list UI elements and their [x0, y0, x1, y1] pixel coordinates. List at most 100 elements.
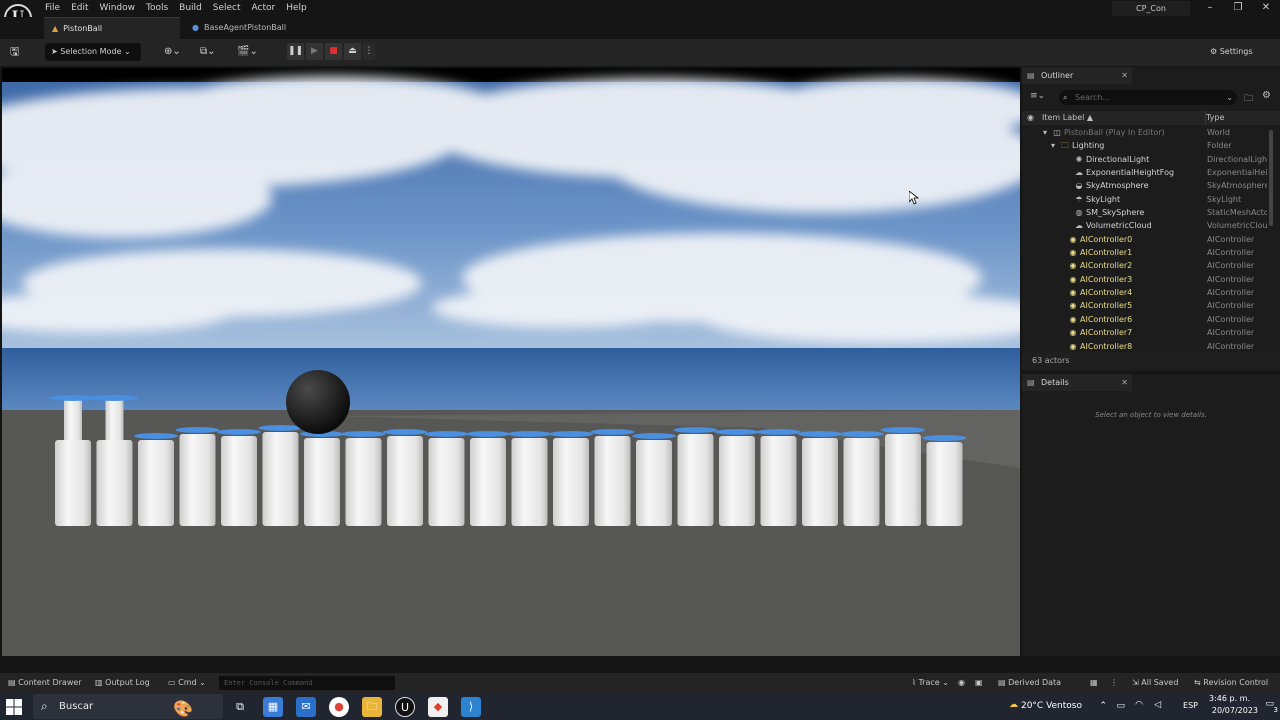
piston-cap	[590, 429, 635, 435]
col-type[interactable]: Type	[1205, 111, 1224, 125]
outliner-row[interactable]: ◉ AIController4 AIController	[1022, 286, 1280, 299]
outliner-row[interactable]: ◉ AIController1 AIController	[1022, 246, 1280, 259]
screenshot-icon[interactable]: ▣	[975, 673, 983, 693]
task-view-icon[interactable]: ⧉	[230, 697, 250, 717]
outliner-row[interactable]: ◉ AIController8 AIController	[1022, 340, 1280, 353]
output-log-button[interactable]: ▥ Output Log	[95, 673, 150, 693]
menu-actor[interactable]: Actor	[251, 1, 286, 15]
visibility-eye-icon[interactable]: ◉	[1027, 111, 1034, 125]
expand-arrow-icon[interactable]: ▾	[1048, 139, 1058, 152]
row-type: AIController	[1207, 341, 1255, 351]
outliner-row[interactable]: ✺ DirectionalLight DirectionalLight	[1022, 153, 1280, 166]
clock-date[interactable]: 20/07/2023	[1212, 706, 1258, 715]
menu-edit[interactable]: Edit	[70, 1, 98, 15]
windows-start-icon[interactable]	[6, 699, 22, 715]
row-label: AIController6	[1080, 314, 1133, 324]
sourcetree-icon[interactable]: ◆	[428, 697, 448, 717]
row-type: DirectionalLight	[1207, 154, 1267, 164]
menu-help[interactable]: Help	[285, 1, 317, 15]
unreal-taskbar-icon[interactable]: U	[395, 697, 415, 717]
outliner-search-input[interactable]: ⌕ Search... ⌄	[1059, 90, 1237, 105]
filter-icon[interactable]: ≡⌄	[1030, 91, 1045, 101]
clock-time[interactable]: 3:46 p. m.	[1209, 694, 1250, 703]
more-options-icon[interactable]: ⋮	[1110, 673, 1118, 693]
settings-button[interactable]: ⚙ Settings	[1210, 43, 1270, 61]
cmd-dropdown[interactable]: ▭ Cmd ⌄	[168, 673, 206, 693]
store-icon[interactable]: ▦	[263, 697, 283, 717]
log-icon: ▥	[95, 678, 106, 687]
close-icon[interactable]: ✕	[1121, 67, 1128, 84]
derived-data-button[interactable]: ▤ Derived Data	[998, 673, 1061, 693]
maximize-icon[interactable]: ❐	[1228, 2, 1248, 13]
col-item-label[interactable]: Item Label ▲	[1042, 111, 1093, 125]
add-actor-icon[interactable]: ⊕⌄	[164, 43, 181, 61]
pause-icon[interactable]: ❚❚	[287, 43, 304, 60]
show-hidden-icons[interactable]: ⌃	[1099, 701, 1107, 711]
revision-control-button[interactable]: ⇆ Revision Control	[1194, 673, 1268, 693]
menu-window[interactable]: Window	[99, 1, 146, 15]
language-indicator[interactable]: ESP	[1183, 701, 1198, 710]
outliner-row[interactable]: ◉ AIController7 AIController	[1022, 326, 1280, 339]
outliner-row[interactable]: ▾ ◫ PistonBall (Play In Editor) World	[1022, 126, 1280, 139]
content-drawer-button[interactable]: ▤ Content Drawer	[8, 673, 82, 693]
outliner-row[interactable]: ☁ VolumetricCloud VolumetricClou	[1022, 219, 1280, 232]
piston-body	[55, 440, 91, 526]
outliner-row[interactable]: ◉ AIController0 AIController	[1022, 233, 1280, 246]
source-control-icon[interactable]: ▦	[1090, 673, 1098, 693]
volume-icon[interactable]: ◁	[1154, 700, 1161, 710]
menu-build[interactable]: Build	[178, 1, 212, 15]
outliner-row[interactable]: ◉ AIController2 AIController	[1022, 259, 1280, 272]
outliner-row[interactable]: ☁ ExponentialHeightFog ExponentialHeig	[1022, 166, 1280, 179]
tab-pistonball[interactable]: ▲ PistonBall	[44, 17, 180, 39]
level-viewport[interactable]	[2, 68, 1020, 656]
tab-label: BaseAgentPistonBall	[203, 23, 287, 32]
menu-tools[interactable]: Tools	[145, 1, 178, 15]
expand-arrow-icon[interactable]: ▾	[1040, 126, 1050, 139]
outliner-row[interactable]: ◉ AIController3 AIController	[1022, 273, 1280, 286]
outliner-row[interactable]: ◉ AIController5 AIController	[1022, 299, 1280, 312]
tab-baseagentpistonball[interactable]: ● BaseAgentPistonBall	[188, 17, 318, 39]
menu-file[interactable]: File	[44, 1, 70, 15]
outliner-row[interactable]: ☂ SkyLight SkyLight	[1022, 193, 1280, 206]
row-type: AIController	[1207, 234, 1255, 244]
stop-icon[interactable]: ■	[325, 43, 342, 60]
add-folder-icon[interactable]: 🗀	[1244, 91, 1253, 107]
details-tab[interactable]: ▤ Details ✕	[1022, 374, 1132, 391]
all-saved-button[interactable]: ⇲ All Saved	[1132, 673, 1178, 693]
wifi-icon[interactable]: ◠	[1135, 700, 1143, 710]
play-options-icon[interactable]: ⋮	[363, 43, 375, 60]
close-icon[interactable]: ✕	[1121, 374, 1128, 391]
mail-icon[interactable]: ✉	[296, 697, 316, 717]
outliner-scrollbar[interactable]	[1269, 130, 1273, 226]
controller-icon: ◉	[1069, 274, 1077, 284]
outliner-row[interactable]: ◒ SkyAtmosphere SkyAtmosphere	[1022, 179, 1280, 192]
outliner-row[interactable]: ◍ SM_SkySphere StaticMeshActo	[1022, 206, 1280, 219]
cinematics-icon[interactable]: 🎬⌄	[237, 43, 258, 61]
save-icon[interactable]: 🖫	[10, 43, 19, 61]
step-frame-icon[interactable]: ▶	[306, 43, 323, 60]
revision-control-label: Revision Control	[1203, 678, 1269, 687]
blueprints-icon[interactable]: ⧉⌄	[200, 43, 216, 61]
network-icon[interactable]: ▭	[1116, 701, 1125, 711]
eject-icon[interactable]: ⏏	[344, 43, 361, 60]
vscode-icon[interactable]: ⟩	[461, 697, 481, 717]
file-explorer-icon[interactable]: 🗀	[362, 697, 382, 717]
selection-mode-dropdown[interactable]: ➤ Selection Mode ⌄	[45, 43, 141, 61]
weather-text[interactable]: 20°C Ventoso	[1021, 701, 1082, 711]
outliner-row[interactable]: ▾ 🗀 Lighting Folder	[1022, 139, 1280, 152]
search-icon: ⌕	[1063, 93, 1068, 102]
outliner-tab[interactable]: ▤ Outliner ✕	[1022, 67, 1132, 84]
close-window-icon[interactable]: ✕	[1256, 2, 1276, 13]
trace-button[interactable]: ⌇ Trace ⌄	[912, 673, 949, 693]
outliner-row[interactable]: ◉ AIController6 AIController	[1022, 313, 1280, 326]
taskbar-search-box[interactable]: ⌕ Buscar 🎨	[33, 694, 223, 719]
piston-body	[843, 438, 880, 526]
row-label: VolumetricCloud	[1086, 221, 1152, 231]
gear-icon[interactable]: ⚙	[1262, 90, 1271, 101]
console-command-input[interactable]: Enter Console Command	[219, 676, 395, 690]
minimize-icon[interactable]: –	[1200, 2, 1220, 13]
menu-select[interactable]: Select	[212, 1, 251, 15]
chrome-icon[interactable]: ●	[329, 697, 349, 717]
row-label: SkyAtmosphere	[1086, 181, 1149, 191]
record-icon[interactable]: ◉	[958, 673, 965, 693]
